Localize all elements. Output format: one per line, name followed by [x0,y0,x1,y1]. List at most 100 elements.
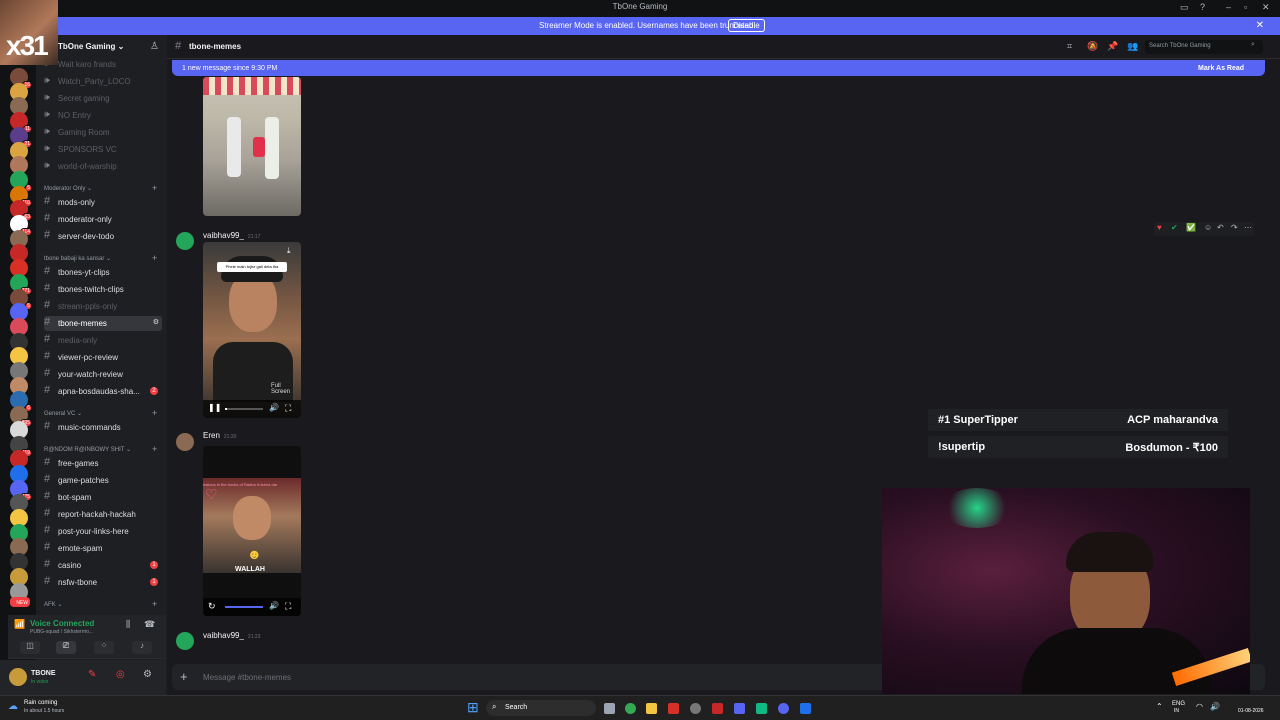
channel-category[interactable]: tbone babaji ka sansar ⌄ + [44,253,157,263]
channel-item[interactable]: # viewer-pc-review [44,350,162,365]
mark-as-read-button[interactable]: Mark As Read [1198,65,1244,72]
disable-streamer-button[interactable]: Disable [728,19,765,32]
channel-item[interactable]: 🕪 world-of-warship [44,159,162,174]
server-name[interactable]: TbOne Gaming ⌄ [58,42,124,51]
reaction-icon[interactable]: ✅ [1186,223,1196,232]
progress-bar[interactable] [225,408,263,410]
more-icon[interactable]: ⋯ [1244,223,1252,232]
channel-item[interactable]: 🕪 Secret gaming [44,91,162,106]
inbox-icon[interactable]: ▭ [1180,2,1189,13]
search-input[interactable]: Search TbOne Gaming [1149,43,1211,49]
channel-item[interactable]: # casino 1 [44,558,162,573]
channel-item[interactable]: # tbones-yt-clips [44,265,162,280]
add-attachment-icon[interactable]: + [180,669,188,684]
message-image[interactable] [203,77,301,216]
channel-item[interactable]: # report-hackah-hackah [44,507,162,522]
camera-button[interactable]: ◫ [20,641,40,654]
noise-suppression-icon[interactable]: ⫼ [126,619,130,630]
app-icon[interactable] [668,703,679,714]
channel-item[interactable]: # emote-spam [44,541,162,556]
channel-item[interactable]: # music-commands [44,420,162,435]
disconnect-icon[interactable]: ☎ [144,619,155,630]
avatar[interactable] [176,232,194,250]
start-icon[interactable]: ⊞ [467,699,479,716]
task-view-icon[interactable] [604,703,615,714]
channel-item[interactable]: # stream-ppls-only [44,299,162,314]
add-channel-icon[interactable]: + [152,253,157,263]
channel-item[interactable]: # server-dev-todo [44,229,162,244]
fullscreen-icon[interactable]: ⛶ [285,403,291,414]
message-author[interactable]: vaibhav99_ 21:23 [203,631,260,640]
avatar[interactable] [9,668,27,686]
channel-item[interactable]: # nsfw-tbone 1 [44,575,162,590]
weather-icon[interactable]: ☁ [8,701,18,712]
volume-icon[interactable]: 🔊 [1210,702,1220,711]
date-text[interactable]: 01-08-2026 [1238,708,1264,714]
message-author[interactable]: Eren 21:20 [203,431,236,440]
channel-item[interactable]: 🕪 Watch_Party_LOCO [44,74,162,89]
channel-item[interactable]: # apna-bosdaudas-sha... 2 [44,384,162,399]
check-icon[interactable]: ✔ [1171,223,1178,232]
wifi-icon[interactable]: ◠ [1196,702,1203,711]
notification-icon[interactable]: 🔕 [1087,41,1098,52]
message-author[interactable]: vaibhav99_ 21:17 [203,231,260,240]
volume-icon[interactable]: 🔊 [269,403,279,412]
channel-item[interactable]: # mods-only [44,195,162,210]
deafen-icon[interactable]: ◎ [116,669,125,680]
file-explorer-icon[interactable] [646,703,657,714]
chevron-up-icon[interactable]: ⌃ [1156,702,1163,711]
channel-item[interactable]: # game-patches [44,473,162,488]
fullscreen-icon[interactable]: ⛶ [285,601,291,612]
channel-category[interactable]: Moderator Only ⌄ + [44,183,157,193]
download-icon[interactable]: ⤓ [287,246,291,256]
close-window-button[interactable]: ✕ [1262,2,1270,13]
video-player[interactable]: Phele main tujhe gali deta tha ⤓ Full Sc… [203,242,301,418]
channel-item[interactable]: # free-games [44,456,162,471]
members-icon[interactable]: 👥 [1127,41,1138,52]
add-channel-icon[interactable]: + [152,599,157,609]
add-channel-icon[interactable]: + [152,408,157,418]
discord-icon[interactable] [778,703,789,714]
weather-title[interactable]: Rain coming [24,700,57,706]
channel-item[interactable]: # bot-spam [44,490,162,505]
add-channel-icon[interactable]: + [152,444,157,454]
app-icon[interactable] [712,703,723,714]
chrome-icon[interactable] [625,703,636,714]
heart-icon[interactable]: ♥ [1157,223,1162,232]
app-icon[interactable] [756,703,767,714]
server-icon[interactable]: NEW [10,597,30,608]
channel-item[interactable]: # media-only [44,333,162,348]
steam-icon[interactable] [800,703,811,714]
app-icon[interactable] [734,703,745,714]
volume-icon[interactable]: 🔊 [269,601,279,610]
add-friend-icon[interactable]: ♙ [150,41,159,52]
activities-button[interactable]: ⁘ [94,641,114,654]
forward-icon[interactable]: ↷ [1231,223,1238,232]
reply-icon[interactable]: ↶ [1217,223,1224,232]
avatar[interactable] [176,632,194,650]
threads-icon[interactable]: ⌗ [1067,41,1072,52]
new-messages-bar[interactable]: 1 new message since 9:30 PM Mark As Read [172,60,1265,76]
emoji-icon[interactable]: ☺ [1204,223,1212,232]
close-icon[interactable]: ✕ [1256,20,1264,31]
message-input[interactable]: Message #tbone-memes [203,673,291,682]
video-player[interactable]: estions in the books of Radha Krishna da… [203,446,301,616]
language-code[interactable]: ENG [1172,701,1185,707]
progress-bar[interactable] [225,606,263,608]
channel-item[interactable]: 🕪Wait karo frands [44,57,162,72]
replay-icon[interactable]: ↻ [208,601,216,612]
channel-category[interactable]: R@NDOM R@INBOWY SHIT ⌄ + [44,444,157,454]
soundboard-button[interactable]: ♪ [132,641,152,654]
help-icon[interactable]: ? [1200,2,1205,12]
search-box[interactable]: Search TbOne Gaming ⌕ [1145,40,1263,54]
add-channel-icon[interactable]: + [152,183,157,193]
pause-icon[interactable]: ❚❚ [208,403,221,412]
channel-item[interactable]: 🕪 Gaming Room [44,125,162,140]
avatar[interactable] [176,433,194,451]
channel-item[interactable]: # post-your-links-here [44,524,162,539]
minimize-button[interactable]: – [1226,2,1231,12]
pin-icon[interactable]: 📌 [1107,41,1118,52]
channel-settings-icon[interactable]: ⚙ [153,318,159,326]
channel-item[interactable]: # your-watch-review [44,367,162,382]
taskbar-search[interactable]: ⌕ Search [486,700,596,716]
